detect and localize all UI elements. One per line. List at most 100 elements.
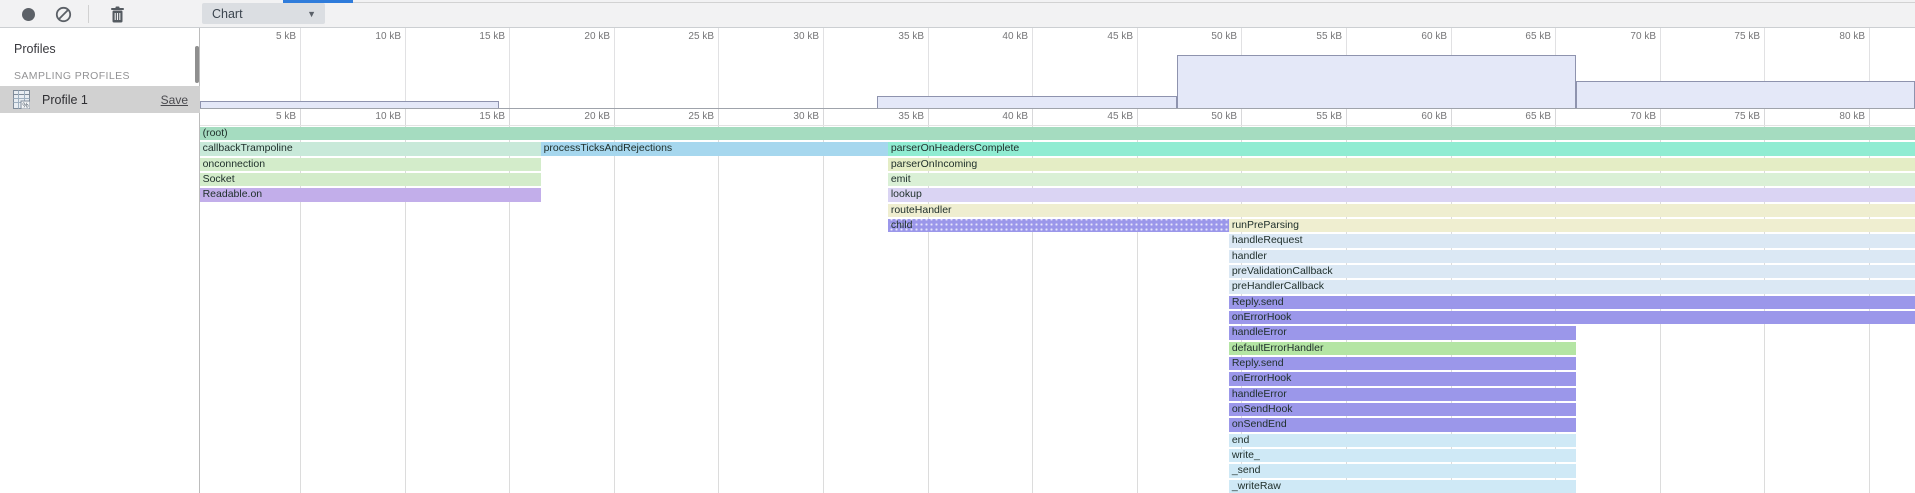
clear-button[interactable] bbox=[52, 0, 74, 28]
ruler-tick-label: 80 kB bbox=[1839, 111, 1865, 122]
flame-gridline bbox=[823, 126, 824, 493]
svg-text:%: % bbox=[22, 103, 28, 110]
ruler-gridline bbox=[509, 109, 510, 125]
flame-frame[interactable]: end bbox=[1229, 434, 1576, 447]
flame-frame[interactable]: handleRequest bbox=[1229, 234, 1915, 247]
flame-frame[interactable]: _send bbox=[1229, 464, 1576, 477]
overview-tick-label: 40 kB bbox=[1002, 31, 1028, 42]
flame-frame[interactable]: callbackTrampoline bbox=[200, 142, 541, 155]
ruler-gridline bbox=[928, 109, 929, 125]
overview-tick-label: 70 kB bbox=[1630, 31, 1656, 42]
ruler-tick-label: 45 kB bbox=[1107, 111, 1133, 122]
overview-tick-label: 15 kB bbox=[479, 31, 505, 42]
ruler-tick-label: 20 kB bbox=[584, 111, 610, 122]
flame-frame[interactable]: (root) bbox=[200, 127, 1915, 140]
ruler-gridline bbox=[1555, 109, 1556, 125]
save-profile-link[interactable]: Save bbox=[161, 93, 188, 107]
overview-gridline bbox=[509, 28, 510, 108]
overview-gridline bbox=[718, 28, 719, 108]
toolbar: Chart ▼ bbox=[0, 0, 1915, 28]
profiles-header: Profiles bbox=[14, 42, 56, 56]
flame-frame[interactable]: handler bbox=[1229, 250, 1915, 263]
memory-overview[interactable]: 5 kB10 kB15 kB20 kB25 kB30 kB35 kB40 kB4… bbox=[200, 28, 1915, 109]
flame-frame[interactable]: parserOnIncoming bbox=[888, 158, 1915, 171]
profile-name: Profile 1 bbox=[42, 93, 161, 107]
sidebar-scrollbar-thumb[interactable] bbox=[195, 46, 199, 83]
overview-tick-label: 50 kB bbox=[1211, 31, 1237, 42]
ruler-gridline bbox=[1137, 109, 1138, 125]
overview-gridline bbox=[614, 28, 615, 108]
flame-chart-panel: 5 kB 10 kB 15 kB 20 kB 25 kB 30 kB 35 kB 40 kB 4… bbox=[200, 28, 1915, 493]
flame-frame[interactable]: handleError bbox=[1229, 388, 1576, 401]
delete-profile-button[interactable] bbox=[106, 0, 128, 28]
overview-tick-label: 80 kB bbox=[1839, 31, 1865, 42]
ruler-tick-label: 35 kB bbox=[898, 111, 924, 122]
flame-frame[interactable]: _writeRaw bbox=[1229, 480, 1576, 493]
ruler-tick-label: 55 kB bbox=[1316, 111, 1342, 122]
flame-frame[interactable]: routeHandler bbox=[888, 204, 1915, 217]
ban-icon bbox=[55, 6, 72, 23]
ruler-gridline bbox=[405, 109, 406, 125]
view-mode-select[interactable]: Chart ▼ bbox=[202, 3, 325, 24]
ruler-gridline bbox=[300, 109, 301, 125]
flame-frame[interactable]: onSendHook bbox=[1229, 403, 1576, 416]
flame-frame[interactable]: handleError bbox=[1229, 326, 1576, 339]
ruler-tick-label: 30 kB bbox=[793, 111, 819, 122]
profiles-sidebar: Profiles SAMPLING PROFILES % Profile 1 S… bbox=[0, 28, 200, 493]
ruler-tick-label: 25 kB bbox=[688, 111, 714, 122]
overview-gridline bbox=[300, 28, 301, 108]
flame-frame[interactable]: defaultErrorHandler bbox=[1229, 342, 1576, 355]
profile-icon: % bbox=[13, 90, 30, 109]
flame-frame[interactable]: runPreParsing bbox=[1229, 219, 1915, 232]
overview-tick-label: 20 kB bbox=[584, 31, 610, 42]
ruler-tick-label: 40 kB bbox=[1002, 111, 1028, 122]
ruler-tick-label: 5 kB bbox=[276, 111, 296, 122]
record-button[interactable] bbox=[18, 0, 38, 28]
flame-frame[interactable]: onErrorHook bbox=[1229, 311, 1915, 324]
overview-step bbox=[1177, 55, 1577, 108]
overview-tick-label: 75 kB bbox=[1734, 31, 1760, 42]
flame-frame[interactable]: preValidationCallback bbox=[1229, 265, 1915, 278]
flame-frame[interactable]: Reply.send bbox=[1229, 296, 1915, 309]
flame-frame[interactable]: Socket bbox=[200, 173, 541, 186]
flame-frame[interactable]: onSendEnd bbox=[1229, 418, 1576, 431]
sampling-profiles-label: SAMPLING PROFILES bbox=[14, 70, 130, 82]
profile-list-item[interactable]: % Profile 1 Save bbox=[0, 86, 200, 113]
flame-frame[interactable]: processTicksAndRejections bbox=[541, 142, 888, 155]
flame-frame[interactable]: onconnection bbox=[200, 158, 541, 171]
memory-profiler-window: Chart ▼ Profiles SAMPLING PROFILES % Pro… bbox=[0, 0, 1915, 493]
flame-frame[interactable]: preHandlerCallback bbox=[1229, 280, 1915, 293]
flame-frame[interactable]: lookup bbox=[888, 188, 1915, 201]
ruler-gridline bbox=[1660, 109, 1661, 125]
flame-frame[interactable]: onErrorHook bbox=[1229, 372, 1576, 385]
view-mode-value: Chart bbox=[202, 7, 307, 21]
overview-step bbox=[200, 101, 499, 108]
overview-tick-label: 30 kB bbox=[793, 31, 819, 42]
ruler-tick-label: 65 kB bbox=[1525, 111, 1551, 122]
ruler-gridline bbox=[1764, 109, 1765, 125]
overview-tick-label: 60 kB bbox=[1421, 31, 1447, 42]
tabstrip-border bbox=[283, 2, 1915, 3]
flame-gridline bbox=[718, 126, 719, 493]
ruler-tick-label: 75 kB bbox=[1734, 111, 1760, 122]
overview-tick-label: 25 kB bbox=[688, 31, 714, 42]
flame-frame[interactable]: parserOnHeadersComplete bbox=[888, 142, 1915, 155]
flame-frame[interactable]: emit bbox=[888, 173, 1915, 186]
flame-frame[interactable]: child bbox=[888, 219, 1229, 232]
flame-frame[interactable]: write_ bbox=[1229, 449, 1576, 462]
overview-gridline bbox=[405, 28, 406, 108]
toolbar-separator bbox=[88, 5, 89, 23]
flame-chart: (root) callbackTrampolineprocessTicksAndR… bbox=[200, 126, 1915, 493]
flame-chart-ruler: 5 kB10 kB15 kB20 kB25 kB30 kB35 kB40 kB4… bbox=[200, 109, 1915, 126]
ruler-tick-label: 60 kB bbox=[1421, 111, 1447, 122]
record-icon bbox=[22, 8, 35, 21]
overview-step bbox=[1576, 81, 1915, 108]
flame-frame[interactable]: Reply.send bbox=[1229, 357, 1576, 370]
ruler-gridline bbox=[1869, 109, 1870, 125]
flame-frame[interactable]: Readable.on bbox=[200, 188, 541, 201]
ruler-tick-label: 10 kB bbox=[375, 111, 401, 122]
chevron-down-icon: ▼ bbox=[307, 9, 325, 19]
ruler-gridline bbox=[718, 109, 719, 125]
ruler-gridline bbox=[1032, 109, 1033, 125]
ruler-gridline bbox=[614, 109, 615, 125]
